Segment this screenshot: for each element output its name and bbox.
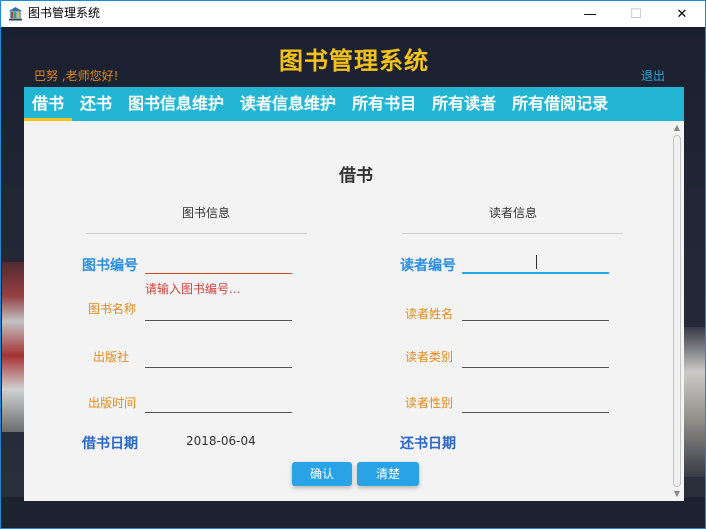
window-title: 图书管理系统 <box>28 6 101 20</box>
close-icon: ✕ <box>676 6 688 22</box>
text-caret <box>536 255 537 269</box>
book-section-divider <box>86 233 307 234</box>
tab-book-maintenance[interactable]: 图书信息维护 <box>120 87 232 121</box>
book-section-title: 图书信息 <box>182 206 231 220</box>
reader-section-divider <box>402 233 623 234</box>
bookshelf-decoration-left <box>2 262 24 432</box>
scroll-down-icon[interactable]: ▼ <box>672 489 682 499</box>
app-window: 图书管理系统 — ☐ ✕ 图书管理系统 巴努 ,老师您好! 退出 借书 还书 图… <box>0 0 706 529</box>
reader-name-field <box>462 299 609 321</box>
tab-reader-maintenance[interactable]: 读者信息维护 <box>232 87 344 121</box>
user-greeting: 巴努 ,老师您好! <box>34 69 119 83</box>
publish-date-label: 出版时间 <box>88 396 137 410</box>
main-nav: 借书 还书 图书信息维护 读者信息维护 所有书目 所有读者 所有借阅记录 <box>24 87 684 121</box>
tab-all-readers[interactable]: 所有读者 <box>424 87 504 121</box>
minimize-icon: — <box>583 6 597 22</box>
bookshelf-decoration-right <box>683 327 705 477</box>
maximize-icon: ☐ <box>630 6 642 22</box>
book-id-input[interactable] <box>145 252 292 274</box>
book-name-label: 图书名称 <box>88 302 137 316</box>
scrollbar-thumb[interactable] <box>673 135 681 487</box>
maximize-button: ☐ <box>613 1 659 27</box>
form-title: 借书 <box>339 166 373 186</box>
reader-name-label: 读者姓名 <box>405 307 454 321</box>
reader-id-label: 读者编号 <box>400 258 456 274</box>
borrow-date-label: 借书日期 <box>82 436 138 452</box>
tab-all-records[interactable]: 所有借阅记录 <box>504 87 616 121</box>
tab-return[interactable]: 还书 <box>72 87 120 121</box>
clear-button[interactable]: 清楚 <box>357 462 419 486</box>
reader-gender-label: 读者性别 <box>405 396 454 410</box>
return-date-label: 还书日期 <box>400 436 456 452</box>
tab-borrow[interactable]: 借书 <box>24 87 73 121</box>
publish-date-field <box>145 391 292 413</box>
tab-all-books[interactable]: 所有书目 <box>344 87 424 121</box>
title-bar: 图书管理系统 — ☐ ✕ <box>1 1 705 27</box>
library-icon <box>9 7 22 21</box>
reader-type-field <box>462 346 609 368</box>
publisher-field <box>145 346 292 368</box>
reader-gender-field <box>462 391 609 413</box>
book-name-field <box>145 299 292 321</box>
reader-id-input[interactable] <box>462 252 609 274</box>
reader-type-label: 读者类别 <box>405 350 454 364</box>
book-id-error: 请输入图书编号... <box>145 282 241 296</box>
publisher-label: 出版社 <box>93 350 130 364</box>
scroll-up-icon[interactable]: ▲ <box>672 123 682 133</box>
logout-link[interactable]: 退出 <box>641 67 665 84</box>
borrow-form-panel: ▲ ▼ 借书 图书信息 读者信息 图书编号 请输入图书编号... 图书名称 出版… <box>24 121 684 501</box>
bottom-strip <box>2 497 705 527</box>
confirm-button[interactable]: 确认 <box>292 462 352 486</box>
borrow-date-value: 2018-06-04 <box>186 434 256 448</box>
minimize-button[interactable]: — <box>567 1 613 27</box>
book-id-label: 图书编号 <box>82 258 138 274</box>
vertical-scrollbar[interactable]: ▲ ▼ <box>672 123 682 499</box>
reader-section-title: 读者信息 <box>489 206 538 220</box>
close-button[interactable]: ✕ <box>659 1 705 27</box>
